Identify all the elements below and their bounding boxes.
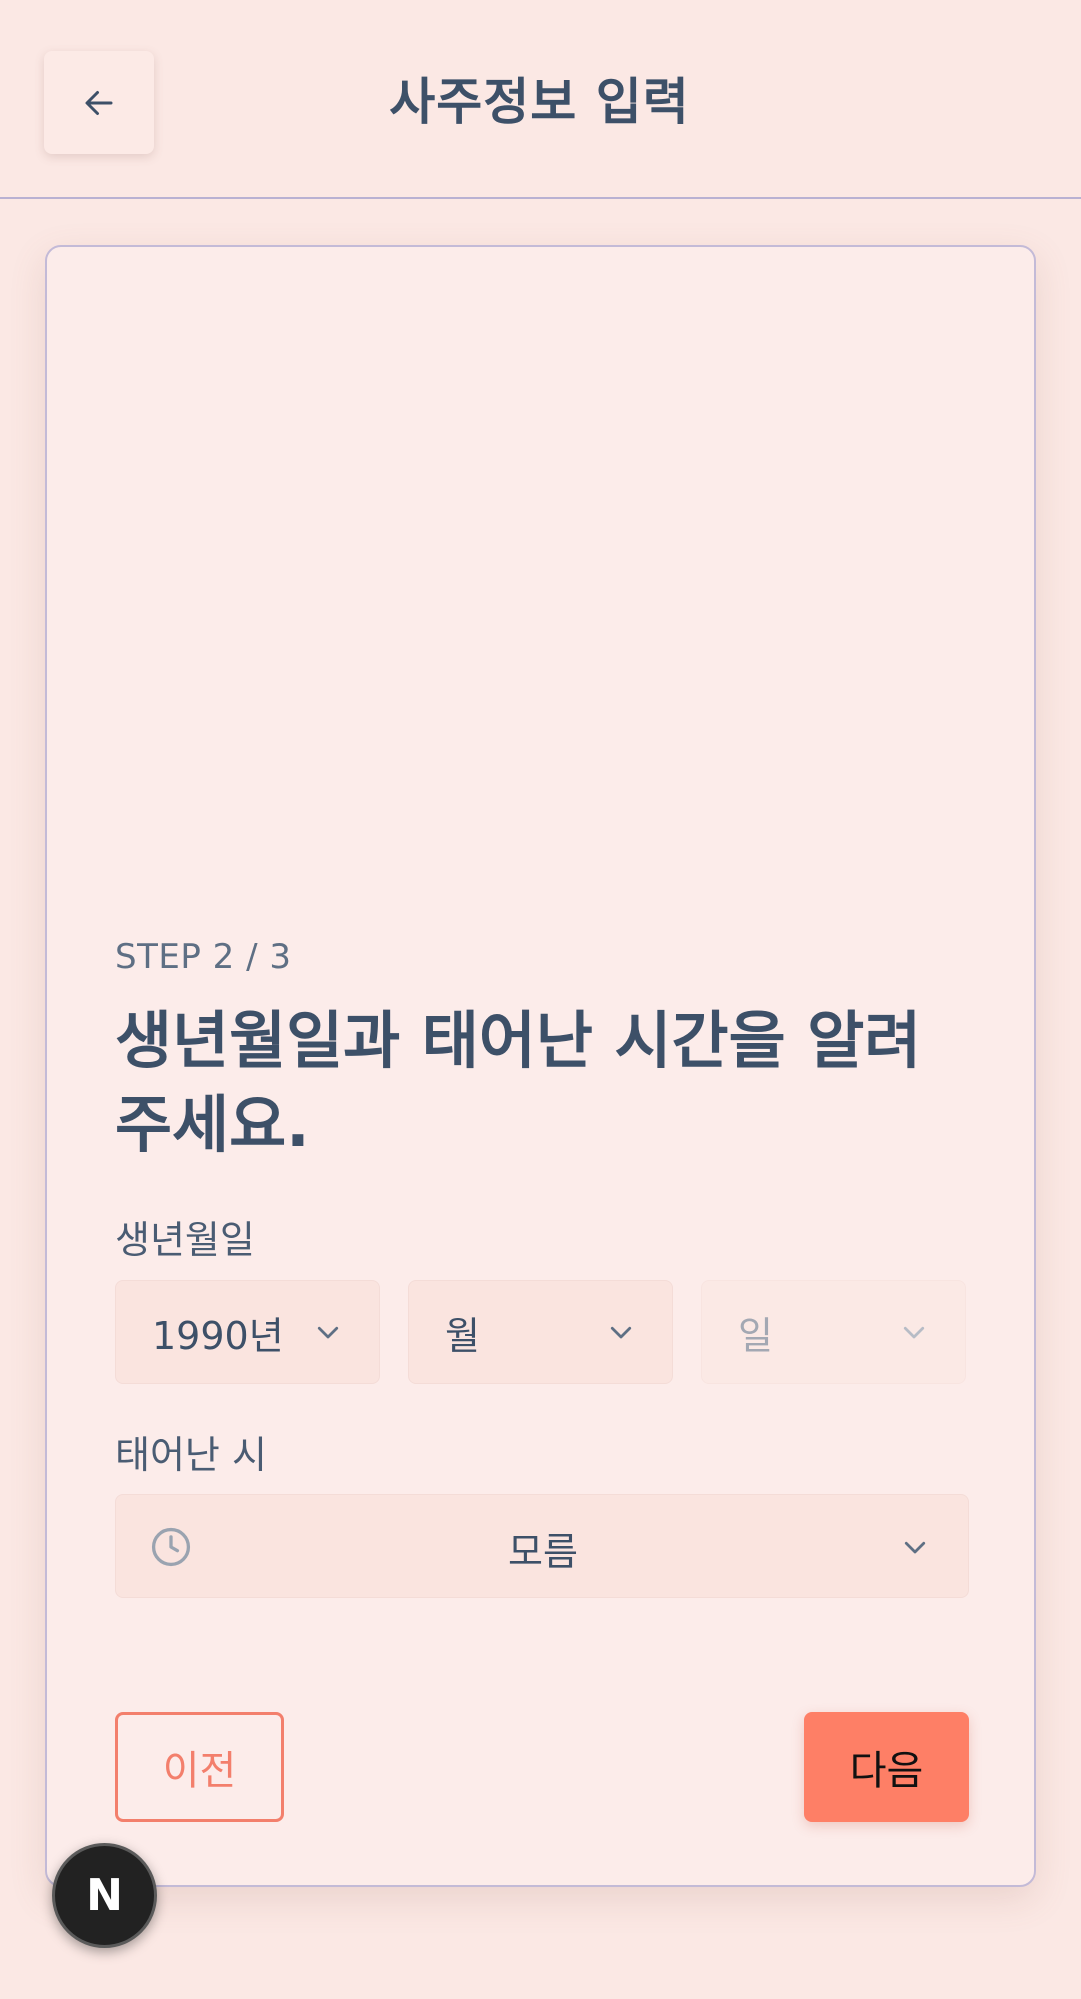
chevron-down-icon (903, 1326, 925, 1339)
form-card: STEP 2 / 3 생년월일과 태어난 시간을 알려주세요. 생년월일 199… (45, 245, 1036, 1887)
badge-letter: N (86, 1870, 123, 1921)
year-value: 1990년 (152, 1313, 284, 1358)
birth-time-label: 태어난 시 (115, 1433, 267, 1477)
previous-button[interactable]: 이전 (115, 1712, 284, 1822)
birth-time-select[interactable]: 모름 (115, 1494, 969, 1598)
dev-tools-badge[interactable]: N (52, 1843, 157, 1948)
page-title: 사주정보 입력 (389, 73, 690, 131)
page: 사주정보 입력 STEP 2 / 3 생년월일과 태어난 시간을 알려주세요. … (0, 0, 1081, 1999)
month-select[interactable]: 월 (408, 1280, 673, 1384)
day-placeholder: 일 (738, 1313, 773, 1358)
month-placeholder: 월 (445, 1313, 480, 1358)
next-button[interactable]: 다음 (804, 1712, 969, 1822)
day-select[interactable]: 일 (701, 1280, 966, 1384)
chevron-down-icon (904, 1541, 926, 1554)
top-bar: 사주정보 입력 (0, 0, 1081, 199)
chevron-down-icon (317, 1326, 339, 1339)
birth-date-label: 생년월일 (115, 1218, 255, 1262)
year-select[interactable]: 1990년 (115, 1280, 380, 1384)
form-heading: 생년월일과 태어난 시간을 알려주세요. (115, 1004, 922, 1161)
birth-time-value: 모름 (508, 1530, 578, 1574)
step-indicator: STEP 2 / 3 (115, 937, 292, 977)
chevron-down-icon (610, 1326, 632, 1339)
